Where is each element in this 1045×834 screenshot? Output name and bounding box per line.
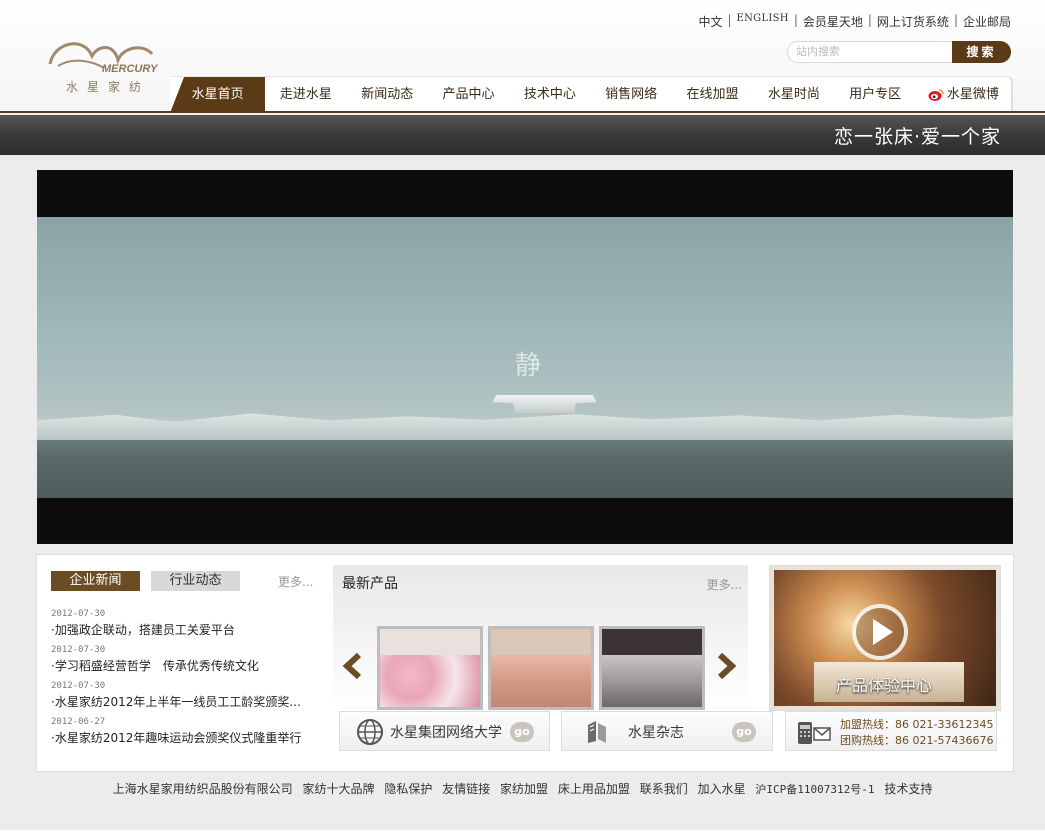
- nav-technology[interactable]: 技术中心: [509, 77, 590, 113]
- content-panel: 企业新闻 行业动态 更多... 2012-07-30 ·加强政企联动，搭建员工关…: [36, 554, 1014, 772]
- divider: |: [727, 13, 732, 27]
- products-title: 最新产品: [342, 576, 398, 592]
- franchise-hotline: 加盟热线：86 021-33612345: [840, 718, 994, 731]
- slogan-text: 恋一张床·爱一个家: [833, 126, 1001, 148]
- footer-company: 上海水星家用纺织品股份有限公司: [112, 782, 293, 796]
- footer-link-friends[interactable]: 友情链接: [442, 782, 490, 796]
- logo-chinese-name: 水星家纺: [66, 80, 151, 94]
- main-nav: 水星首页 走进水星 新闻动态 产品中心 技术中心 销售网络 在线加盟 水星时尚 …: [170, 76, 1013, 113]
- footer-link-privacy[interactable]: 隐私保护: [384, 782, 432, 796]
- footer: 上海水星家用纺织品股份有限公司 家纺十大品牌 隐私保护 友情链接 家纺加盟 床上…: [0, 780, 1045, 797]
- tab-industry-news[interactable]: 行业动态: [151, 571, 240, 591]
- weibo-icon: [928, 89, 944, 101]
- divider: |: [867, 13, 872, 27]
- mercury-logo-mark: MERCURY: [48, 42, 159, 75]
- footer-link-join[interactable]: 加入水星: [698, 782, 746, 796]
- header: MERCURY 水星家纺 中文 | ENGLISH | 会员星天地 | 网上订货…: [0, 0, 1045, 114]
- nav-sales-network[interactable]: 销售网络: [591, 77, 672, 113]
- experience-label: 产品体验中心: [836, 676, 933, 695]
- online-order-link[interactable]: 网上订货系统: [877, 13, 949, 30]
- group-buy-hotline: 团购热线：86 021-57436676: [840, 734, 994, 747]
- news-title-link[interactable]: ·学习稻盛经营哲学 传承优秀传统文化: [51, 657, 313, 674]
- search-button[interactable]: 搜索: [952, 41, 1011, 63]
- chevron-left-icon[interactable]: [341, 653, 363, 679]
- nav-user-zone[interactable]: 用户专区: [835, 77, 916, 113]
- footer-icp[interactable]: 沪ICP备11007312号-1: [755, 783, 874, 796]
- nav-products[interactable]: 产品中心: [428, 77, 509, 113]
- video-ship: [492, 395, 597, 413]
- top-links: 中文 | ENGLISH | 会员星天地 | 网上订货系统 | 企业邮局: [698, 13, 1011, 30]
- site-search: 搜索: [787, 41, 1011, 63]
- footer-link-franchise[interactable]: 家纺加盟: [500, 782, 548, 796]
- nav-fashion[interactable]: 水星时尚: [753, 77, 834, 113]
- go-button[interactable]: go: [732, 722, 756, 742]
- nav-news[interactable]: 新闻动态: [347, 77, 428, 113]
- nav-underline: [0, 111, 1045, 113]
- product-thumbnail[interactable]: [377, 626, 483, 710]
- corporate-mail-link[interactable]: 企业邮局: [963, 13, 1011, 30]
- footer-edge: [0, 830, 1045, 834]
- news-date: 2012-07-30: [51, 681, 106, 691]
- play-icon[interactable]: [852, 604, 908, 660]
- product-thumbnail[interactable]: [488, 626, 594, 710]
- footer-link-tech-support[interactable]: 技术支持: [884, 782, 932, 796]
- go-button[interactable]: go: [510, 722, 534, 742]
- news-date: 2012-07-30: [51, 645, 106, 655]
- latest-products: 最新产品 更多...: [333, 565, 748, 711]
- search-input[interactable]: [787, 41, 953, 63]
- magazine-link[interactable]: 水星杂志 go: [561, 711, 773, 751]
- news-date: 2012-06-27: [51, 717, 106, 727]
- news-item: 2012-07-30 ·水星家纺2012年上半年一线员工工龄奖颁奖...: [51, 679, 321, 715]
- university-label: 水星集团网络大学: [390, 725, 502, 741]
- nav-home[interactable]: 水星首页: [170, 77, 266, 113]
- news-item: 2012-07-30 ·学习稻盛经营哲学 传承优秀传统文化: [51, 643, 321, 679]
- news-date: 2012-07-30: [51, 609, 106, 619]
- globe-icon: [357, 719, 383, 745]
- video-iceberg: [37, 413, 1013, 440]
- mercury-logo[interactable]: MERCURY 水星家纺: [44, 34, 174, 98]
- video-frame: 静: [37, 217, 1013, 498]
- news-item: 2012-07-30 ·加强政企联动，搭建员工关爱平台: [51, 607, 321, 643]
- hero-video[interactable]: 静: [37, 170, 1013, 544]
- news-item: 2012-06-27 ·水星家纺2012年趣味运动会颁奖仪式隆重举行: [51, 715, 321, 751]
- divider: |: [953, 13, 958, 27]
- tab-company-news[interactable]: 企业新闻: [51, 571, 140, 591]
- footer-link-contact[interactable]: 联系我们: [640, 782, 688, 796]
- footer-link-bedding-franchise[interactable]: 床上用品加盟: [558, 782, 630, 796]
- slogan-banner: 恋一张床·爱一个家: [0, 115, 1045, 155]
- news-title-link[interactable]: ·加强政企联动，搭建员工关爱平台: [51, 621, 313, 638]
- product-experience-center[interactable]: 产品体验中心: [769, 565, 1001, 711]
- chevron-right-icon[interactable]: [716, 653, 738, 679]
- news-title-link[interactable]: ·水星家纺2012年上半年一线员工工龄奖颁奖...: [51, 693, 313, 710]
- nav-franchise[interactable]: 在线加盟: [672, 77, 753, 113]
- member-link[interactable]: 会员星天地: [803, 13, 863, 30]
- divider: |: [793, 13, 798, 27]
- lang-english-link[interactable]: ENGLISH: [737, 13, 789, 30]
- hotline-box: 加盟热线：86 021-33612345 团购热线：86 021-5743667…: [785, 711, 997, 751]
- svg-text:MERCURY: MERCURY: [102, 63, 159, 75]
- online-university-link[interactable]: 水星集团网络大学 go: [339, 711, 550, 751]
- product-thumbnail[interactable]: [599, 626, 705, 710]
- phone-icon: [798, 722, 831, 744]
- video-caption: 静: [515, 351, 542, 381]
- news-title-link[interactable]: ·水星家纺2012年趣味运动会颁奖仪式隆重举行: [51, 729, 313, 746]
- news-more-link[interactable]: 更多...: [278, 573, 313, 590]
- nav-about[interactable]: 走进水星: [265, 77, 346, 113]
- magazine-label: 水星杂志: [628, 725, 684, 741]
- news-list: 2012-07-30 ·加强政企联动，搭建员工关爱平台 2012-07-30 ·…: [51, 607, 321, 751]
- products-more-link[interactable]: 更多...: [707, 576, 742, 593]
- footer-link-top-brands[interactable]: 家纺十大品牌: [303, 782, 375, 796]
- nav-weibo-label: 水星微博: [946, 87, 999, 102]
- bedroom-image: 产品体验中心: [774, 570, 996, 706]
- magazine-icon: [588, 721, 606, 743]
- lang-chinese-link[interactable]: 中文: [698, 13, 722, 30]
- nav-weibo[interactable]: 水星微博: [916, 77, 1011, 113]
